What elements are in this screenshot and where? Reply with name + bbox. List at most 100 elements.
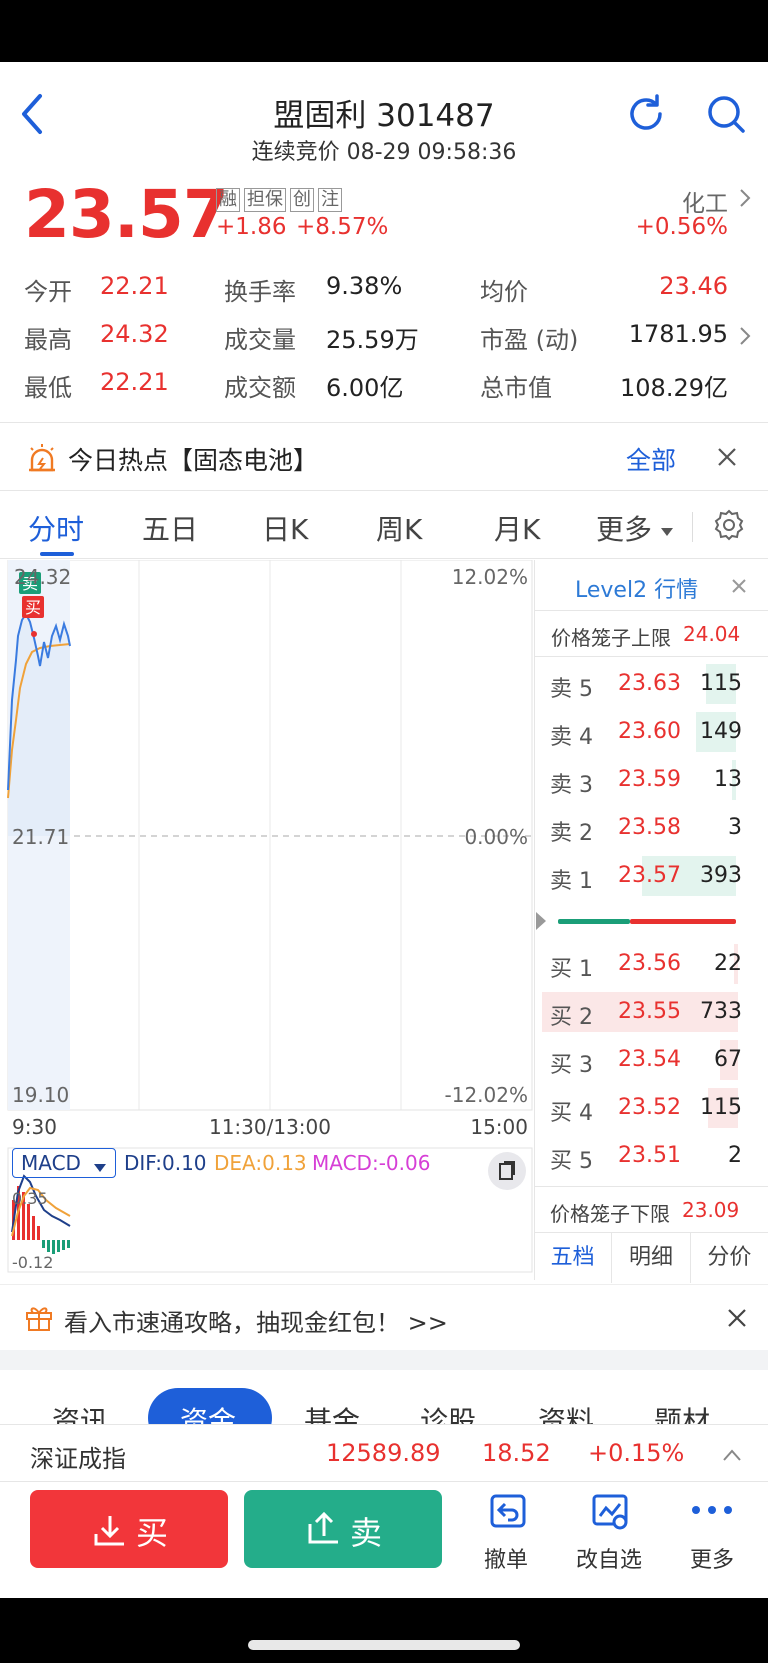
macd-selector[interactable]: MACD bbox=[12, 1148, 116, 1178]
ask-row[interactable]: 卖 2 23.58 3 bbox=[536, 804, 752, 852]
index-pct: +0.15% bbox=[588, 1439, 685, 1467]
bid-label: 买 4 bbox=[550, 1101, 593, 1126]
section-tab-fund[interactable]: 基金 bbox=[304, 1400, 360, 1424]
cancel-order-label: 撤单 bbox=[484, 1548, 529, 1573]
section-tab-funds-flow[interactable]: 资金 bbox=[180, 1400, 236, 1424]
macd-histogram bbox=[47, 1240, 50, 1252]
ask-volume: 3 bbox=[728, 815, 742, 840]
bid-row[interactable]: 买 5 23.51 2 bbox=[536, 1132, 752, 1180]
ask-row[interactable]: 卖 1 23.57 393 bbox=[536, 852, 752, 900]
ask-price: 23.63 bbox=[618, 671, 681, 696]
caret-down-icon bbox=[93, 1158, 107, 1172]
section-tab-theme[interactable]: 题材 bbox=[654, 1400, 710, 1424]
level2-tabs: 五档 明细 分价 bbox=[534, 1233, 768, 1283]
hot-topic-all-link[interactable]: 全部 bbox=[626, 441, 676, 477]
macd-value: MACD:-0.06 bbox=[312, 1151, 431, 1175]
bid-label: 买 2 bbox=[550, 1005, 593, 1030]
bid-row[interactable]: 买 2 23.55 733 bbox=[536, 988, 752, 1036]
level2-tab-five[interactable]: 五档 bbox=[534, 1233, 613, 1283]
bid-volume: 115 bbox=[700, 1095, 742, 1120]
chevron-up-icon[interactable] bbox=[722, 1447, 742, 1461]
search-icon[interactable] bbox=[704, 92, 748, 136]
caret-down-icon bbox=[660, 522, 674, 536]
ask-volume: 393 bbox=[700, 863, 742, 888]
stat-label-avg: 均价 bbox=[480, 278, 528, 306]
bid-label: 买 3 bbox=[550, 1053, 593, 1078]
macd-selector-label: MACD bbox=[21, 1151, 81, 1175]
pct-bottom-label: -12.02% bbox=[445, 1083, 528, 1107]
level2-title[interactable]: Level2 行情 bbox=[575, 572, 698, 604]
ask-price: 23.58 bbox=[618, 815, 681, 840]
price-change: +1.86 bbox=[216, 214, 287, 240]
edit-watchlist-button[interactable]: 改自选 bbox=[568, 1490, 652, 1574]
stat-value-low: 22.21 bbox=[100, 368, 169, 396]
macd-histogram bbox=[37, 1226, 40, 1240]
macd-histogram bbox=[57, 1240, 60, 1252]
macd-histogram bbox=[32, 1216, 35, 1240]
bid-row[interactable]: 买 1 23.56 22 bbox=[536, 940, 752, 988]
ask-price: 23.60 bbox=[618, 719, 681, 744]
stat-label-amount: 成交额 bbox=[224, 374, 296, 402]
cancel-order-button[interactable]: 撤单 bbox=[468, 1490, 546, 1574]
tab-intraday[interactable]: 分时 bbox=[28, 508, 84, 548]
section-tab-news[interactable]: 资讯 bbox=[52, 1400, 108, 1424]
tab-more[interactable]: 更多 bbox=[596, 508, 652, 548]
stat-label-open: 今开 bbox=[24, 278, 72, 306]
tag-chuang: 创 bbox=[290, 188, 314, 212]
more-button[interactable]: 更多 bbox=[676, 1490, 748, 1574]
sector-link[interactable]: 化工 +0.56% bbox=[600, 184, 756, 244]
section-tab-profile[interactable]: 资料 bbox=[538, 1400, 594, 1424]
upload-arrow-icon bbox=[306, 1510, 342, 1546]
refresh-icon[interactable] bbox=[624, 92, 668, 136]
stat-value-turnover: 9.38% bbox=[326, 272, 403, 300]
more-label: 更多 bbox=[690, 1548, 735, 1573]
ask-row[interactable]: 卖 4 23.60 149 bbox=[536, 708, 752, 756]
ask-volume: 115 bbox=[700, 671, 742, 696]
ask-label: 卖 5 bbox=[550, 677, 593, 702]
section-tab-diagnosis[interactable]: 诊股 bbox=[420, 1400, 476, 1424]
close-icon[interactable] bbox=[726, 1307, 748, 1329]
promo-bar[interactable]: 看入市速通攻略，抽现金红包！ >> bbox=[0, 1284, 768, 1350]
home-indicator-area bbox=[0, 1598, 768, 1663]
section-gap bbox=[0, 1350, 768, 1370]
divider bbox=[535, 656, 768, 657]
tab-five-day[interactable]: 五日 bbox=[142, 508, 198, 548]
stat-value-pe: 1781.95 bbox=[628, 320, 728, 348]
index-ticker[interactable]: 深证成指 12589.89 18.52 +0.15% bbox=[0, 1424, 768, 1482]
promo-text: 看入市速通攻略，抽现金红包！ >> bbox=[64, 1309, 448, 1337]
bid-price: 23.52 bbox=[618, 1095, 681, 1120]
hot-topic-text: 今日热点【固态电池】 bbox=[68, 446, 319, 475]
home-indicator[interactable] bbox=[248, 1640, 520, 1650]
current-price: 23.57 bbox=[24, 176, 229, 253]
bid-row[interactable]: 买 4 23.52 115 bbox=[536, 1084, 752, 1132]
ask-label: 卖 2 bbox=[550, 821, 593, 846]
tab-monthly-k[interactable]: 月K bbox=[494, 508, 540, 548]
bid-volume: 733 bbox=[700, 999, 742, 1024]
level2-tab-detail[interactable]: 明细 bbox=[612, 1233, 691, 1283]
sell-button[interactable]: 卖 bbox=[244, 1490, 442, 1568]
download-arrow-icon bbox=[92, 1512, 128, 1548]
price-cage-lower-value: 23.09 bbox=[682, 1198, 740, 1222]
hot-topic-bar[interactable]: 今日热点【固态电池】 全部 bbox=[0, 424, 768, 490]
indicator-switch-icon[interactable] bbox=[488, 1152, 526, 1190]
buy-mark: 买 bbox=[25, 598, 41, 617]
level2-tab-price[interactable]: 分价 bbox=[691, 1233, 768, 1283]
divider bbox=[0, 422, 768, 423]
settings-gear-icon[interactable] bbox=[712, 508, 746, 542]
stat-label-volume: 成交量 bbox=[224, 326, 296, 354]
status-bar bbox=[0, 0, 768, 62]
stat-value-avg: 23.46 bbox=[659, 272, 728, 300]
ask-row[interactable]: 卖 3 23.59 13 bbox=[536, 756, 752, 804]
chevron-right-icon[interactable] bbox=[738, 326, 752, 346]
stat-value-high: 24.32 bbox=[100, 320, 169, 348]
bid-row[interactable]: 买 3 23.54 67 bbox=[536, 1036, 752, 1084]
ask-row[interactable]: 卖 5 23.63 115 bbox=[536, 660, 752, 708]
tab-daily-k[interactable]: 日K bbox=[262, 508, 308, 548]
chevron-right-icon bbox=[738, 188, 752, 208]
buy-button[interactable]: 买 bbox=[30, 1490, 228, 1568]
close-icon[interactable] bbox=[716, 446, 738, 468]
stat-value-mcap: 108.29亿 bbox=[620, 374, 728, 402]
spread-indicator bbox=[534, 906, 768, 936]
close-icon[interactable] bbox=[731, 578, 747, 594]
tab-weekly-k[interactable]: 周K bbox=[376, 508, 422, 548]
